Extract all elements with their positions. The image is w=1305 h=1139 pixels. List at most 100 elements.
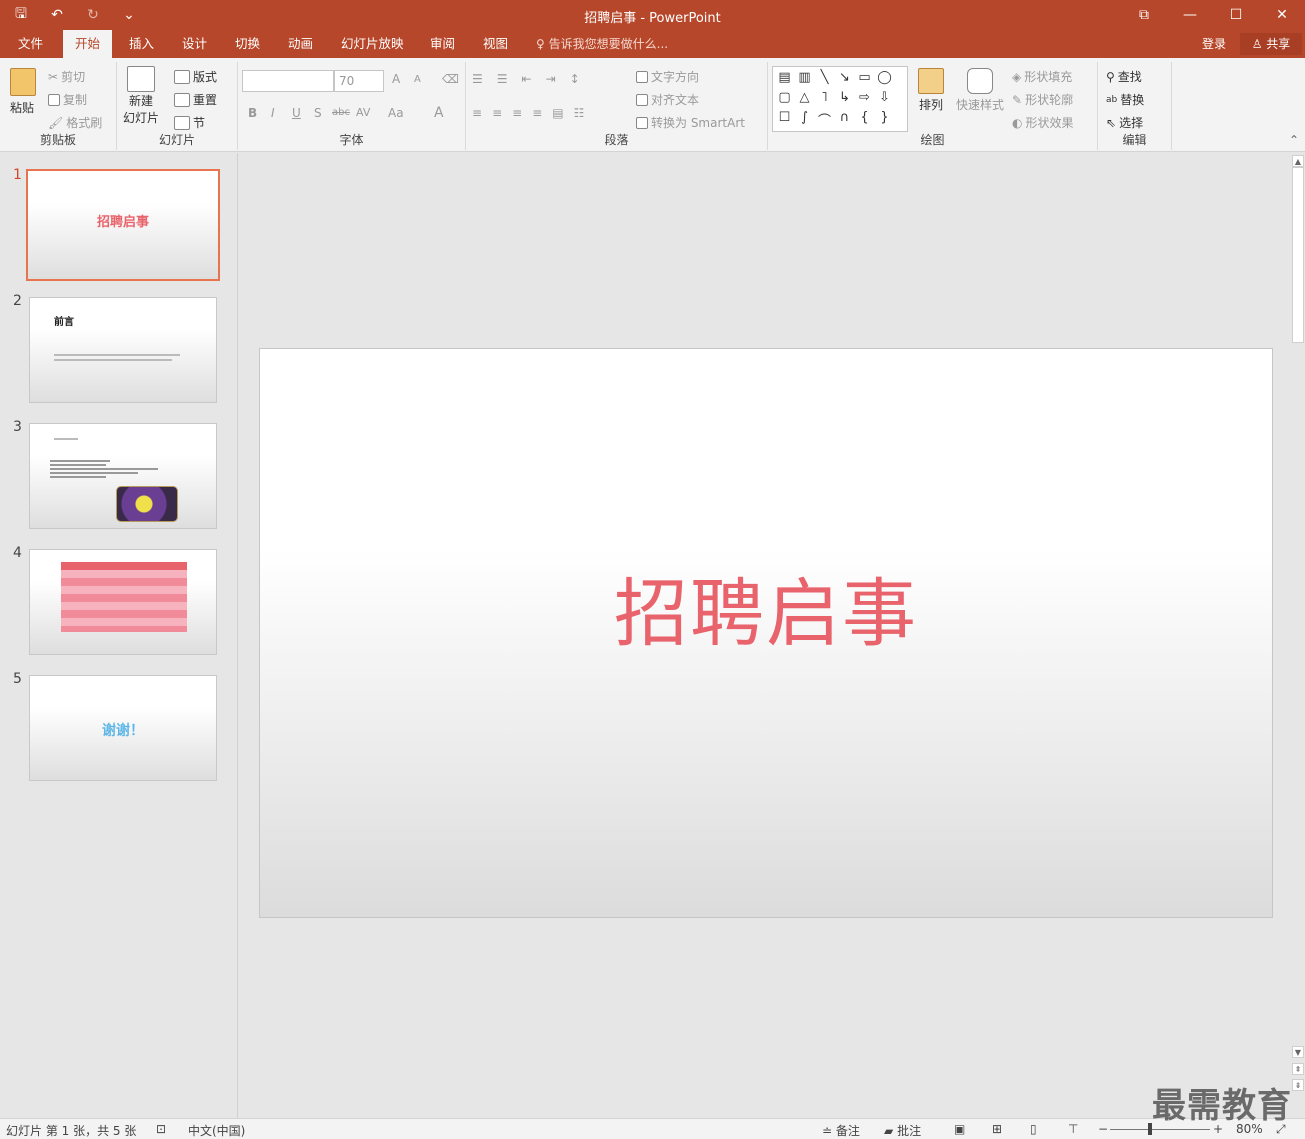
elbow-icon[interactable]: ˥ [817,90,832,105]
rounded-rect-icon[interactable]: ▢ [777,90,792,105]
scroll-down-icon[interactable]: ▼ [1292,1046,1304,1058]
slide-thumbnail-2[interactable]: 前言 [29,297,217,403]
tab-file[interactable]: 文件 [6,30,55,58]
notes-button[interactable]: ≐ 备注 [822,1122,860,1139]
triangle-icon[interactable]: △ [797,90,812,105]
columns-icon[interactable]: ☷ [574,106,585,120]
login-link[interactable]: 登录 [1202,30,1226,58]
slide-thumbnail-1[interactable]: 招聘启事 [26,169,220,281]
bullets-icon[interactable]: ☰ [472,72,483,86]
cut-button[interactable]: ✂ 剪切 [48,68,85,85]
line-spacing-icon[interactable]: ↕ [570,72,580,86]
slide-thumbnail-4[interactable] [29,549,217,655]
tell-me-box[interactable]: ♀ 告诉我您想要做什么... [536,30,668,58]
shadow-button[interactable]: S [314,106,322,120]
numbering-icon[interactable]: ☰ [497,72,508,86]
align-left-icon[interactable]: ≡ [472,106,482,120]
tab-review[interactable]: 审阅 [418,30,467,58]
section-button[interactable]: 节 [174,114,205,131]
copy-button[interactable]: 复制 [48,91,87,108]
font-color-button[interactable]: A [434,105,444,121]
tab-design[interactable]: 设计 [170,30,219,58]
maximize-button[interactable]: ☐ [1213,0,1259,30]
share-button[interactable]: ♙ 共享 [1240,33,1302,55]
clear-format-button[interactable]: ⌫ [442,72,459,86]
current-slide[interactable]: 招聘启事 [259,348,1273,918]
arc-icon[interactable]: ⌒ [817,110,832,129]
left-brace-icon[interactable]: { [857,110,872,129]
scroll-up-icon[interactable]: ▲ [1292,155,1304,167]
font-name-box[interactable] [242,70,334,92]
decrease-indent-icon[interactable]: ⇤ [522,72,532,86]
line-icon[interactable]: ╲ [817,70,832,85]
tab-slideshow[interactable]: 幻灯片放映 [329,30,416,58]
slide-sorter-icon[interactable]: ⊞ [992,1122,1002,1136]
slide-thumbnail-3[interactable] [29,423,217,529]
ribbon-display-options-icon[interactable]: ⧉ [1121,0,1167,30]
reading-view-icon[interactable]: ▯ [1030,1122,1037,1136]
language-indicator[interactable]: 中文(中国) [188,1122,245,1139]
vertical-textbox-icon[interactable]: ▥ [797,70,812,85]
comments-button[interactable]: ▰ 批注 [884,1122,921,1139]
quick-styles-button[interactable]: 快速样式 [956,68,1004,113]
replace-button[interactable]: ab 替换 [1106,91,1144,108]
right-arrow-icon[interactable]: ⇨ [857,90,872,105]
spellcheck-icon[interactable]: ⊡ [156,1122,166,1136]
previous-slide-icon[interactable]: ⇞ [1292,1063,1304,1075]
vertical-scrollbar[interactable]: ▲ ▼ ⇞ ⇟ [1291,153,1305,1115]
arrow-line-icon[interactable]: ↘ [837,70,852,85]
tab-transitions[interactable]: 切换 [223,30,272,58]
strikethrough-button[interactable]: abc [332,107,350,118]
italic-button[interactable]: I [271,106,275,120]
tab-insert[interactable]: 插入 [117,30,166,58]
text-direction-button[interactable]: 文字方向 [636,68,699,85]
select-button[interactable]: ⇖ 选择 [1106,114,1143,131]
tab-home[interactable]: 开始 [63,30,113,58]
align-right-icon[interactable]: ≡ [512,106,522,120]
shrink-font-button[interactable]: A [414,74,421,85]
shape-effects-button[interactable]: ◐ 形状效果 [1012,114,1074,131]
arrange-button[interactable]: 排列 [918,68,944,113]
tab-animations[interactable]: 动画 [276,30,325,58]
format-painter-button[interactable]: 🖌 格式刷 [48,114,102,131]
zoom-slider-track[interactable] [1110,1129,1210,1130]
down-arrow-icon[interactable]: ⇩ [877,90,892,105]
reset-button[interactable]: 重置 [174,91,217,108]
slideshow-icon[interactable]: ⊤ [1068,1122,1078,1136]
font-size-box[interactable]: 70 [334,70,384,92]
underline-button[interactable]: U [292,106,301,120]
align-center-icon[interactable]: ≡ [492,106,502,120]
curve-icon[interactable]: ∩ [837,110,852,129]
elbow-arrow-icon[interactable]: ↳ [837,90,852,105]
shape-fill-button[interactable]: ◈ 形状填充 [1012,68,1072,85]
right-brace-icon[interactable]: } [877,110,892,129]
bold-button[interactable]: B [248,106,257,120]
rectangle-icon[interactable]: ▭ [857,70,872,85]
shape-outline-button[interactable]: ✎ 形状轮廓 [1012,91,1073,108]
paste-button[interactable]: 粘贴 [10,68,36,116]
justify-icon[interactable]: ≡ [532,106,542,120]
find-button[interactable]: ⚲ 查找 [1106,68,1142,85]
char-spacing-button[interactable]: AV [356,106,370,119]
new-slide-button[interactable]: 新建 幻灯片 [123,66,159,126]
normal-view-icon[interactable]: ▣ [954,1122,965,1136]
increase-indent-icon[interactable]: ⇥ [546,72,556,86]
tab-view[interactable]: 视图 [471,30,520,58]
align-text-button[interactable]: 对齐文本 [636,91,699,108]
scribble-icon[interactable]: ∫ [797,110,812,129]
zoom-out-icon[interactable]: − [1098,1122,1108,1136]
minimize-button[interactable]: — [1167,0,1213,30]
scroll-thumb[interactable] [1292,167,1304,343]
freeform-icon[interactable]: ☐ [777,110,792,129]
shapes-gallery[interactable]: ▤ ▥ ╲ ↘ ▭ ◯ ▢ △ ˥ ↳ ⇨ ⇩ ☐ ∫ ⌒ ∩ {} [772,66,908,132]
layout-button[interactable]: 版式 [174,68,217,85]
slide-title[interactable]: 招聘启事 [260,554,1272,661]
distributed-icon[interactable]: ▤ [552,106,563,120]
change-case-button[interactable]: Aa [388,106,404,120]
smartart-button[interactable]: 转换为 SmartArt [636,114,745,131]
close-button[interactable]: ✕ [1259,0,1305,30]
grow-font-button[interactable]: A [392,72,400,86]
slide-thumbnail-5[interactable]: 谢谢！ [29,675,217,781]
collapse-ribbon-icon[interactable]: ⌃ [1289,133,1299,147]
next-slide-icon[interactable]: ⇟ [1292,1079,1304,1091]
